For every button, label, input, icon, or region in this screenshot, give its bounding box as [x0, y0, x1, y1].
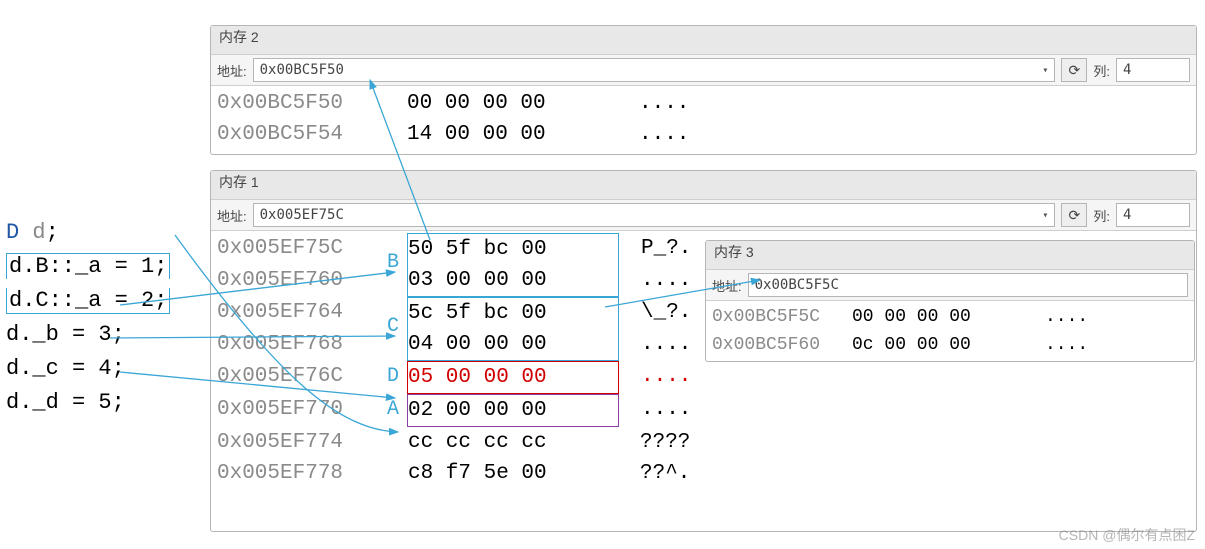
memory1-address-input[interactable]: 0x005EF75C▾: [253, 203, 1056, 227]
tag-A: A: [387, 394, 407, 427]
assign-d: d._d = 5;: [6, 390, 125, 415]
memory2-toolbar: 地址: 0x00BC5F50▾ ⟳ 列: 4: [211, 55, 1196, 86]
refresh-icon: ⟳: [1069, 207, 1081, 224]
dropdown-icon[interactable]: ▾: [1042, 210, 1048, 221]
memory3-row: 0x00BC5F5C00 00 00 00....: [712, 303, 1188, 331]
watermark: CSDN @偶尔有点困Z: [1059, 525, 1195, 545]
memory1-cols-label: 列:: [1093, 206, 1110, 225]
memory3-body[interactable]: 0x00BC5F5C00 00 00 00.... 0x00BC5F600c 0…: [706, 301, 1194, 365]
memory1-row: 0x005EF76CD05 00 00 00....: [217, 361, 1190, 394]
memory1-row: 0x005EF774cc cc cc cc????: [217, 427, 1190, 458]
memory3-title: 内存 3: [706, 241, 1194, 270]
memory2-panel: 内存 2 地址: 0x00BC5F50▾ ⟳ 列: 4 0x00BC5F5000…: [210, 25, 1197, 155]
type-D: D: [6, 220, 19, 245]
memory2-address-label: 地址:: [217, 61, 247, 80]
assign-c: d._c = 4;: [6, 356, 125, 381]
memory1-row: 0x005EF770A02 00 00 00....: [217, 394, 1190, 427]
refresh-icon: ⟳: [1069, 62, 1081, 79]
dropdown-icon[interactable]: ▾: [1042, 65, 1048, 76]
memory2-body[interactable]: 0x00BC5F5000 00 00 00.... 0x00BC5F5414 0…: [211, 86, 1196, 156]
memory1-toolbar: 地址: 0x005EF75C▾ ⟳ 列: 4: [211, 200, 1196, 231]
assign-B-a: d.B::_a = 1;: [6, 253, 170, 279]
memory2-row: 0x00BC5F5414 00 00 00....: [217, 119, 1190, 150]
memory2-cols-input[interactable]: 4: [1116, 58, 1190, 82]
memory2-cols-label: 列:: [1093, 61, 1110, 80]
memory3-toolbar: 地址: 0x00BC5F5C: [706, 270, 1194, 301]
code-snippet: D d; d.B::_a = 1; d.C::_a = 2; d._b = 3;…: [6, 182, 170, 420]
tag-D: D: [387, 361, 407, 394]
memory2-row: 0x00BC5F5000 00 00 00....: [217, 88, 1190, 119]
memory3-panel: 内存 3 地址: 0x00BC5F5C 0x00BC5F5C00 00 00 0…: [705, 240, 1195, 362]
memory1-title: 内存 1: [211, 171, 1196, 200]
refresh-button[interactable]: ⟳: [1061, 203, 1087, 227]
memory3-address-input[interactable]: 0x00BC5F5C: [748, 273, 1188, 297]
tag-B: B: [387, 247, 407, 279]
refresh-button[interactable]: ⟳: [1061, 58, 1087, 82]
memory2-title: 内存 2: [211, 26, 1196, 55]
tag-C: C: [387, 311, 407, 343]
memory3-address-label: 地址:: [712, 276, 742, 295]
assign-b: d._b = 3;: [6, 322, 125, 347]
memory3-row: 0x00BC5F600c 00 00 00....: [712, 331, 1188, 359]
memory1-address-label: 地址:: [217, 206, 247, 225]
assign-C-a: d.C::_a = 2;: [6, 288, 170, 314]
memory2-address-input[interactable]: 0x00BC5F50▾: [253, 58, 1056, 82]
memory1-row: 0x005EF778c8 f7 5e 00??^.: [217, 458, 1190, 489]
memory1-cols-input[interactable]: 4: [1116, 203, 1190, 227]
